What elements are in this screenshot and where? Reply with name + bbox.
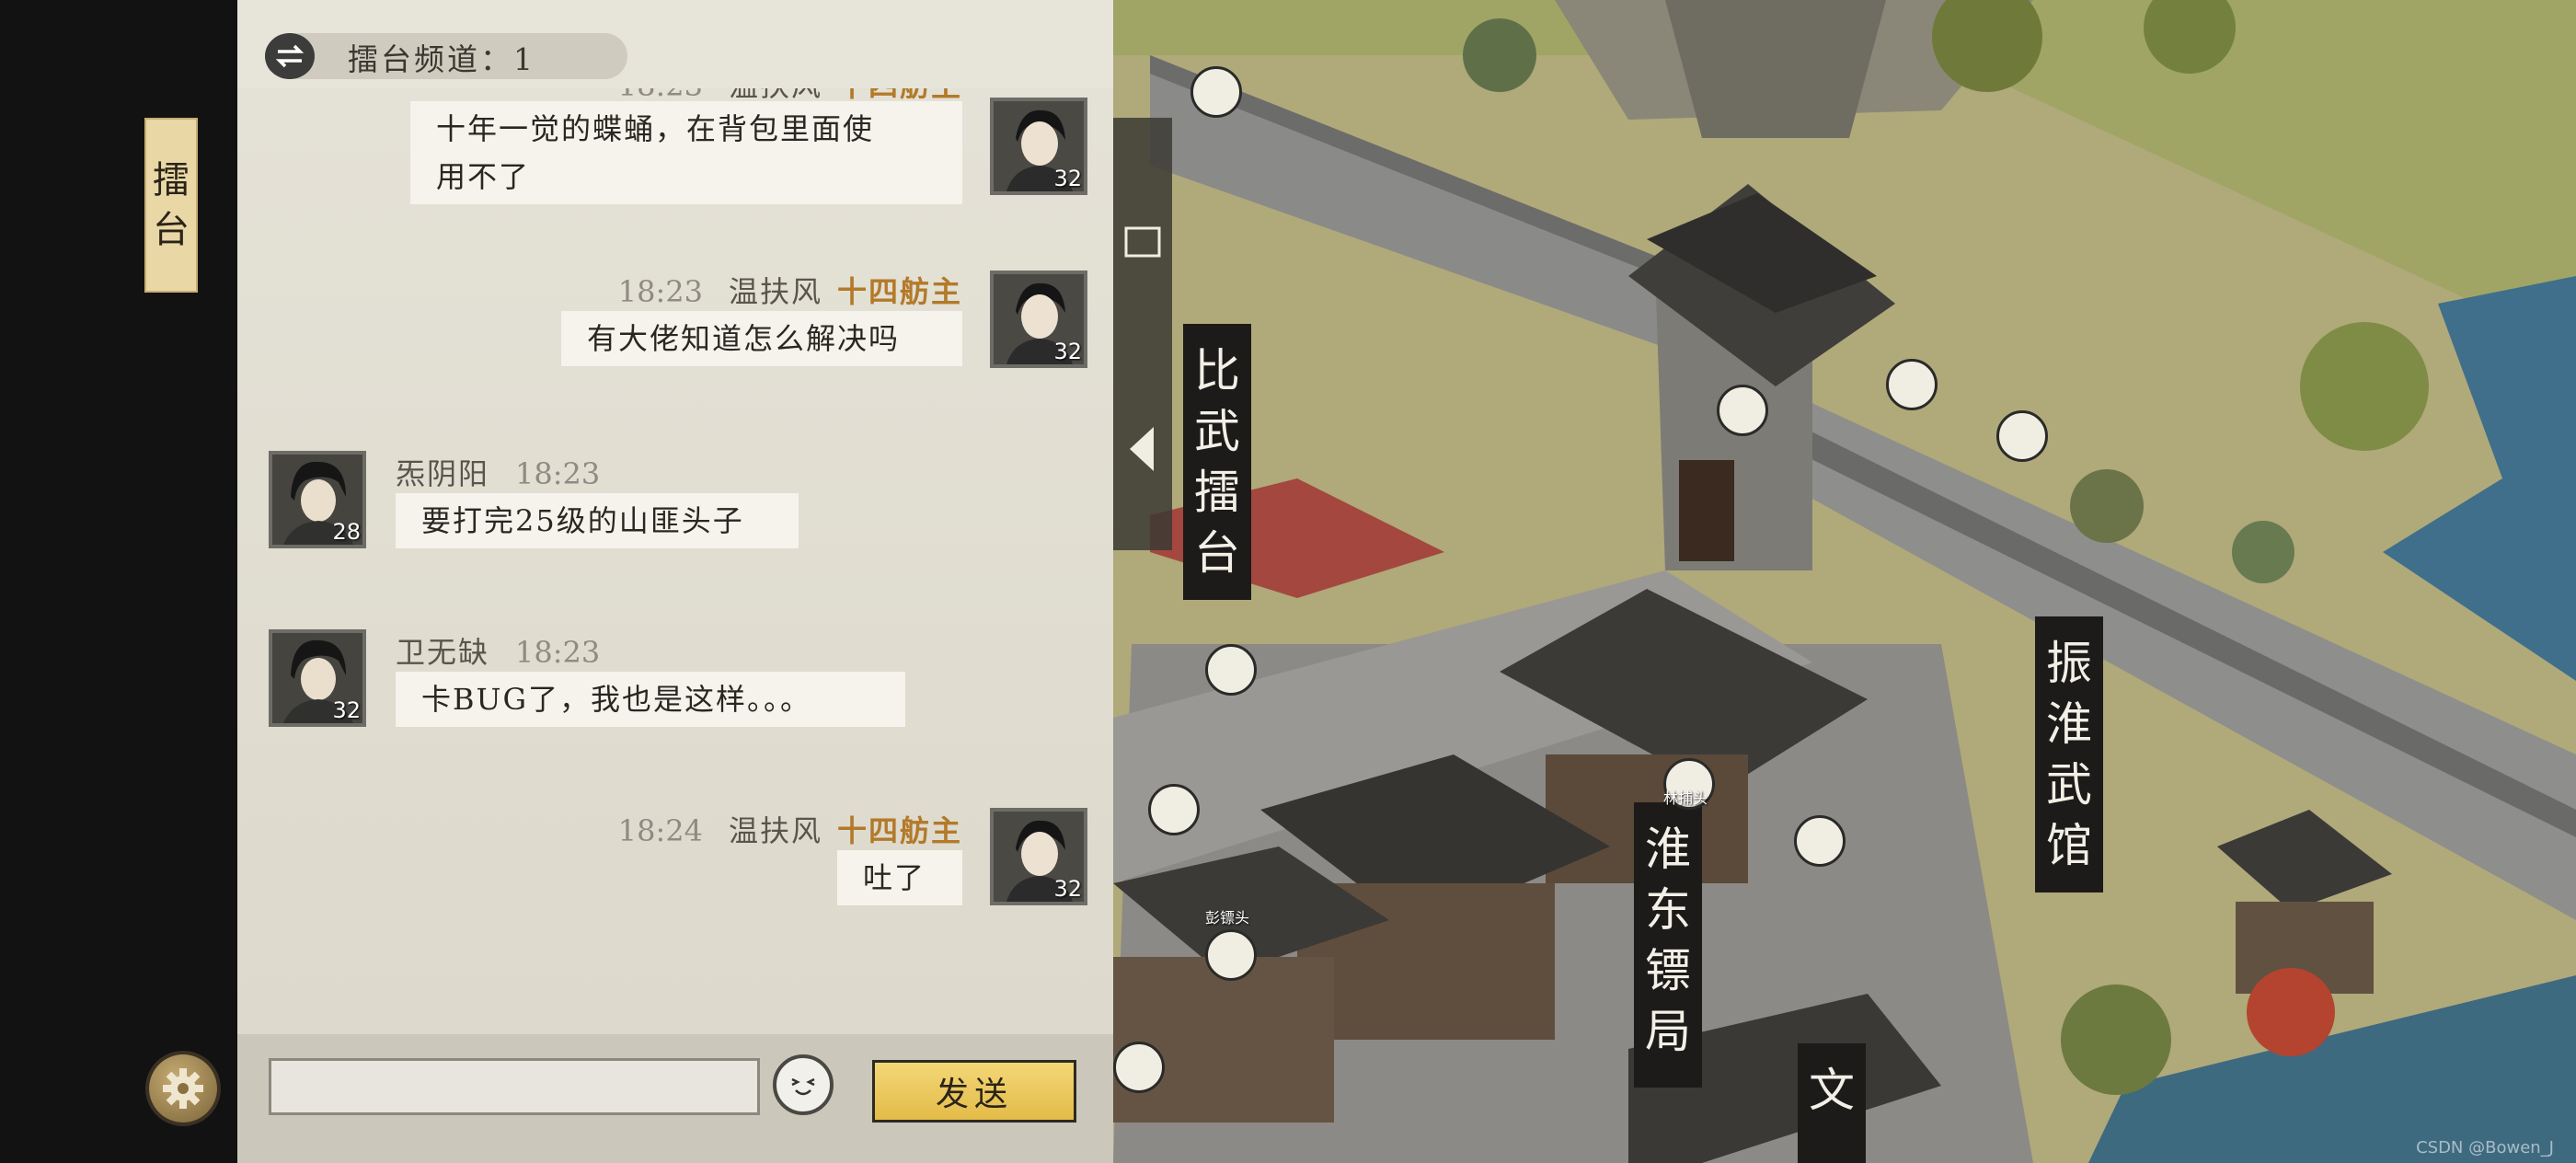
sender-name[interactable]: 炁阴阳 <box>396 456 489 491</box>
sign-char: 振 <box>2046 637 2092 690</box>
sender-name[interactable]: 温扶风 <box>729 274 822 309</box>
message-time: 18:23 <box>617 274 703 309</box>
channel-label: 擂台频道：1 <box>348 41 535 77</box>
game-map[interactable]: 比 武 擂 台 振 淮 武 馆 淮 东 镖 局 文 彭镖头 林捕头 CSDN @… <box>1113 0 2576 1163</box>
sign-char: 台 <box>1194 526 1240 580</box>
chat-header: 擂台频道：1 <box>237 0 1113 88</box>
message-meta: 炁阴阳 18:23 <box>396 451 626 493</box>
npc-marker[interactable] <box>1996 410 2048 462</box>
avatar[interactable]: 32 <box>990 271 1087 368</box>
chat-message: 18:24 温扶风 十四舫主 吐了 32 <box>237 808 1113 918</box>
player-level: 32 <box>1053 339 1082 364</box>
swap-channel-icon[interactable] <box>265 33 315 79</box>
message-meta: 卫无缺 18:23 <box>396 629 626 672</box>
message-bubble: 要打完25级的山匪头子 <box>396 493 799 548</box>
emoji-button[interactable] <box>773 1054 834 1115</box>
sender-title: 十四舫主 <box>836 813 962 848</box>
npc-marker[interactable] <box>1794 815 1846 867</box>
emoji-icon <box>791 1077 815 1096</box>
message-bubble: 吐了 <box>837 850 962 905</box>
npc-marker[interactable] <box>1205 644 1257 696</box>
sign-char: 淮 <box>1645 823 1691 876</box>
sender-name[interactable]: 卫无缺 <box>396 635 489 670</box>
chat-message: 28 炁阴阳 18:23 要打完25级的山匪头子 <box>237 451 1113 561</box>
avatar[interactable]: 32 <box>990 808 1087 905</box>
npc-label: 林捕头 <box>1663 789 1708 807</box>
npc-marker[interactable] <box>1717 385 1768 436</box>
sender-name[interactable]: 温扶风 <box>729 813 822 848</box>
npc-marker[interactable] <box>1190 66 1242 118</box>
player-level: 32 <box>1053 166 1082 191</box>
sign-char: 文 <box>1809 1064 1855 1117</box>
message-line: 用不了 <box>436 159 531 194</box>
left-sidebar: 擂 台 <box>0 0 237 1163</box>
message-time: 18:23 <box>515 635 601 670</box>
player-level: 32 <box>332 697 361 723</box>
npc-marker[interactable] <box>1148 784 1200 835</box>
sign-char: 馆 <box>2046 819 2092 872</box>
message-line: 十年一觉的蝶蛹，在背包里面使 <box>436 111 875 146</box>
map-sign-wen[interactable]: 文 <box>1798 1043 1866 1163</box>
npc-label: 彭镖头 <box>1205 909 1250 927</box>
message-time: 18:24 <box>617 813 703 848</box>
message-list[interactable]: 18:23温扶风十四舫主 十年一觉的蝶蛹，在背包里面使 用不了 32 18:23… <box>237 88 1113 1034</box>
message-line: 有大佬知道怎么解决吗 <box>587 321 901 356</box>
sign-char: 淮 <box>2046 697 2092 751</box>
settings-button[interactable] <box>149 1054 217 1123</box>
channel-tab-char: 擂 <box>153 159 190 202</box>
map-sign-biwu-leitai[interactable]: 比 武 擂 台 <box>1183 324 1251 600</box>
avatar[interactable]: 28 <box>269 451 366 548</box>
sign-char: 武 <box>1194 405 1240 458</box>
avatar[interactable]: 32 <box>990 98 1087 195</box>
map-sign-huaidong-biaoju[interactable]: 淮 东 镖 局 <box>1634 802 1702 1088</box>
chat-panel: 擂台频道：1 18:23温扶风十四舫主 十年一觉的蝶蛹，在背包里面使 用不了 3… <box>237 0 1113 1163</box>
map-scene <box>1113 0 2576 1163</box>
player-level: 32 <box>1053 876 1082 902</box>
sign-char: 比 <box>1194 344 1240 397</box>
sign-char: 镖 <box>1645 944 1691 997</box>
message-meta: 18:24 温扶风 十四舫主 <box>618 808 962 850</box>
message-bubble: 十年一觉的蝶蛹，在背包里面使 用不了 <box>410 101 962 204</box>
channel-tab-char: 台 <box>153 209 190 251</box>
message-line: 卡BUG了，我也是这样。。。 <box>421 682 812 717</box>
chat-message: 18:23温扶风十四舫主 十年一觉的蝶蛹，在背包里面使 用不了 32 <box>237 88 1113 217</box>
sign-char: 武 <box>2046 758 2092 812</box>
watermark: CSDN @Bowen_J <box>2416 1138 2554 1157</box>
chat-message: 32 卫无缺 18:23 卡BUG了，我也是这样。。。 <box>237 629 1113 740</box>
sign-char: 擂 <box>1194 466 1240 519</box>
gear-icon <box>163 1068 203 1109</box>
message-meta: 18:23 温扶风十四舫主 <box>618 269 962 311</box>
map-sign-zhenhuai-wuguan[interactable]: 振 淮 武 馆 <box>2035 616 2103 892</box>
avatar[interactable]: 32 <box>269 629 366 727</box>
message-line: 吐了 <box>863 860 926 895</box>
chat-message: 18:23 温扶风 十四舫主 有大佬知道怎么解决吗 32 <box>237 269 1113 379</box>
message-line: 要打完25级的山匪头子 <box>421 503 744 538</box>
chat-mini-icon <box>1124 226 1161 258</box>
player-level: 28 <box>332 519 361 545</box>
sign-char: 东 <box>1645 883 1691 937</box>
panel-collapse-tab[interactable] <box>1113 118 1172 550</box>
chevron-left-icon[interactable] <box>1124 421 1161 477</box>
message-bubble: 卡BUG了，我也是这样。。。 <box>396 672 905 727</box>
npc-marker[interactable] <box>1886 359 1938 410</box>
sender-title: 十四舫主 <box>836 274 962 309</box>
npc-marker[interactable] <box>1205 929 1257 981</box>
chat-input-bar: 发送 <box>237 1034 1113 1163</box>
chat-input[interactable] <box>269 1058 760 1115</box>
message-bubble: 有大佬知道怎么解决吗 <box>561 311 962 366</box>
message-time: 18:23 <box>515 456 601 491</box>
send-button[interactable]: 发送 <box>872 1060 1076 1123</box>
npc-marker[interactable] <box>1113 1042 1165 1093</box>
channel-tab-leitai[interactable]: 擂 台 <box>144 118 198 293</box>
sign-char: 局 <box>1645 1005 1691 1058</box>
